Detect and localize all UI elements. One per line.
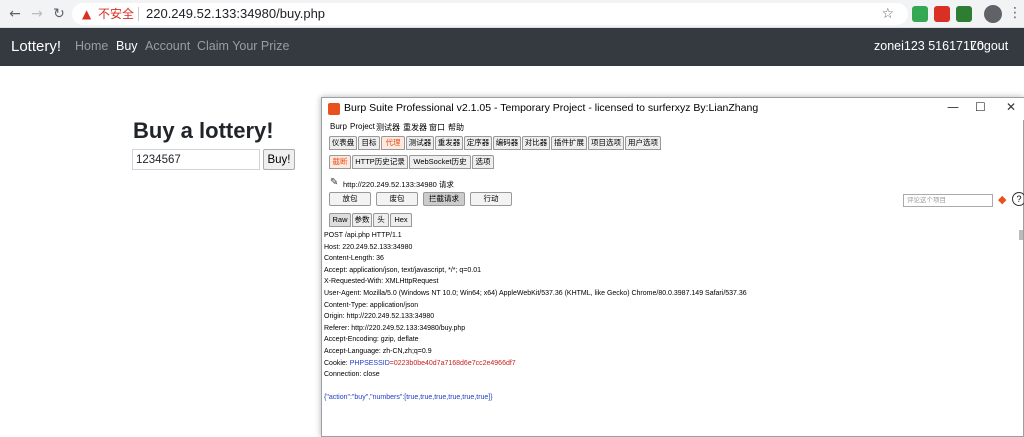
tab-comparer[interactable]: 对比器 <box>522 136 550 150</box>
tab-user-options[interactable]: 用户选项 <box>625 136 661 150</box>
buy-button[interactable]: Buy! <box>263 149 295 170</box>
request-line: POST /api.php HTTP/1.1 <box>324 232 402 239</box>
request-line: Host: 220.249.52.133:34980 <box>324 243 413 251</box>
help-icon[interactable]: ? <box>1012 192 1024 206</box>
user-info: zonei123 51617170 <box>874 39 984 53</box>
intercept-toggle-button[interactable]: 拦截请求 <box>423 192 465 206</box>
burp-proxy-subtabs: 截断 HTTP历史记录 WebSocket历史 选项 <box>322 154 1024 170</box>
profile-avatar-icon[interactable] <box>984 5 1002 23</box>
subtab-options[interactable]: 选项 <box>472 155 494 169</box>
cookie-name: PHPSESSID <box>349 359 390 367</box>
tab-sequencer[interactable]: 定序器 <box>464 136 492 150</box>
url-text[interactable]: 220.249.52.133:34980/buy.php <box>146 3 325 25</box>
tab-repeater[interactable]: 重发器 <box>435 136 463 150</box>
extension-red-icon[interactable] <box>934 6 950 22</box>
menu-window[interactable]: 窗口 <box>429 122 445 133</box>
request-line: Origin: http://220.249.52.133:34980 <box>324 313 435 321</box>
bookmark-star-icon[interactable]: ☆ <box>881 3 894 25</box>
nav-account[interactable]: Account <box>145 39 190 53</box>
numbers-input[interactable] <box>132 149 260 170</box>
request-line: Accept-Encoding: gzip, deflate <box>324 336 419 344</box>
tab-target[interactable]: 目标 <box>358 136 380 150</box>
burp-main-tabs: 仪表盘 目标 代理 测试器 重发器 定序器 编码器 对比器 插件扩展 项目选项 … <box>322 135 1024 151</box>
request-line: Accept: application/json, text/javascrip… <box>324 266 482 274</box>
cookie-value: =0223b0be40d7a7168d6e7cc2e4966df7 <box>389 359 516 367</box>
browser-menu-icon[interactable]: ⋮ <box>1008 4 1022 22</box>
nav-buy[interactable]: Buy <box>116 39 138 53</box>
forward-button[interactable]: 放包 <box>329 192 371 206</box>
view-tab-params[interactable]: 参数 <box>352 213 372 227</box>
menu-burp[interactable]: Burp <box>330 122 347 131</box>
burp-window: Burp Suite Professional v2.1.05 - Tempor… <box>321 97 1024 437</box>
tab-intruder[interactable]: 测试器 <box>406 136 434 150</box>
extension-cube-icon[interactable] <box>956 6 972 22</box>
subtab-http-history[interactable]: HTTP历史记录 <box>352 155 408 169</box>
request-body: {"action":"buy","numbers":[true,true,tru… <box>324 394 493 402</box>
menu-help[interactable]: 帮助 <box>448 122 464 133</box>
subtab-intercept[interactable]: 截断 <box>329 155 351 169</box>
request-line: Referer: http://220.249.52.133:34980/buy… <box>324 324 466 332</box>
tab-proxy[interactable]: 代理 <box>381 136 405 150</box>
action-button[interactable]: 行动 <box>470 192 512 206</box>
minimize-icon[interactable]: — <box>947 100 959 114</box>
brand-logo[interactable]: Lottery! <box>11 38 61 55</box>
request-line: X-Requested-With: XMLHttpRequest <box>324 278 439 286</box>
tab-project-options[interactable]: 项目选项 <box>588 136 624 150</box>
highlight-diamond-icon[interactable]: ◆ <box>998 193 1006 206</box>
request-line: User-Agent: Mozilla/5.0 (Windows NT 10.0… <box>324 289 747 297</box>
nav-home[interactable]: Home <box>75 39 108 53</box>
tab-decoder[interactable]: 编码器 <box>493 136 521 150</box>
view-tab-hex[interactable]: Hex <box>390 213 412 227</box>
request-line: Accept-Language: zh-CN,zh;q=0.9 <box>324 347 432 355</box>
browser-toolbar: ← → ↻ ▲ 不安全 220.249.52.133:34980/buy.php… <box>0 0 1024 28</box>
nav-claim-prize[interactable]: Claim Your Prize <box>197 39 289 53</box>
menu-repeater[interactable]: 重发器 <box>403 122 427 133</box>
cookie-line: Cookie: PHPSESSID=0223b0be40d7a7168d6e7c… <box>324 358 1014 370</box>
drop-button[interactable]: 废包 <box>376 192 418 206</box>
extension-green-icon[interactable] <box>912 6 928 22</box>
request-editor[interactable]: POST /api.php HTTP/1.1 Host: 220.249.52.… <box>324 230 1014 436</box>
back-arrow-icon[interactable]: ← <box>6 5 24 23</box>
burp-titlebar: Burp Suite Professional v2.1.05 - Tempor… <box>322 98 1024 120</box>
subtab-websocket-history[interactable]: WebSocket历史 <box>409 155 471 169</box>
burp-menubar: Burp Project 测试器 重发器 窗口 帮助 <box>322 120 1024 134</box>
request-line: Content-Length: 36 <box>324 255 384 263</box>
address-divider <box>138 7 139 21</box>
comment-input[interactable]: 评论这个项目 <box>903 194 993 207</box>
cookie-label: Cookie: <box>324 359 350 367</box>
address-bar[interactable]: ▲ 不安全 220.249.52.133:34980/buy.php ☆ <box>72 3 908 25</box>
warning-icon: ▲ <box>82 7 92 21</box>
view-tab-raw[interactable]: Raw <box>329 213 351 227</box>
burp-logo-icon <box>328 103 340 115</box>
burp-title: Burp Suite Professional v2.1.05 - Tempor… <box>344 102 759 114</box>
close-icon[interactable]: ✕ <box>1006 100 1016 114</box>
connection-line: Connection: close <box>324 371 380 379</box>
insecure-label: 不安全 <box>98 7 135 21</box>
request-url-label: http://220.249.52.133:34980 请求 <box>343 180 454 189</box>
logout-link[interactable]: Logout <box>970 39 1008 53</box>
request-line: Content-Type: application/json <box>324 301 419 309</box>
site-navbar: Lottery! Home Buy Account Claim Your Pri… <box>0 28 1024 66</box>
tab-extender[interactable]: 插件扩展 <box>551 136 587 150</box>
forward-arrow-icon[interactable]: → <box>28 5 46 23</box>
page-title: Buy a lottery! <box>133 118 274 143</box>
editor-scrollbar[interactable] <box>1019 230 1023 240</box>
view-tab-headers[interactable]: 头 <box>373 213 389 227</box>
maximize-icon[interactable]: ☐ <box>975 100 986 114</box>
menu-project[interactable]: Project <box>350 122 375 131</box>
pencil-icon: ✎ <box>330 177 339 188</box>
burp-view-tabs: Raw 参数 头 Hex <box>322 212 1024 228</box>
menu-intruder[interactable]: 测试器 <box>376 122 400 133</box>
reload-icon[interactable]: ↻ <box>50 5 68 23</box>
tab-dashboard[interactable]: 仪表盘 <box>329 136 357 150</box>
